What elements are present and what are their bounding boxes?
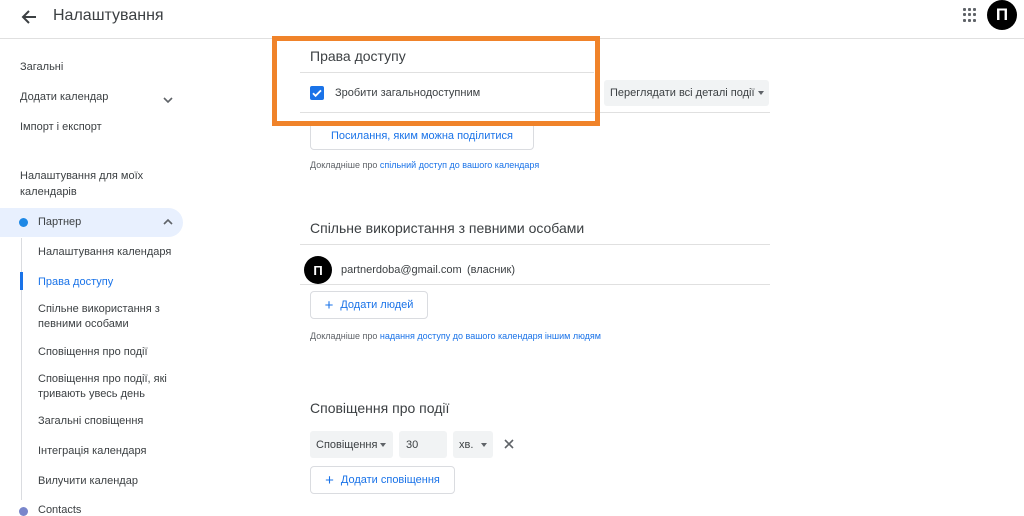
access-helper-text: Докладніше про спільний доступ до вашого… [310,160,539,170]
share-link-button[interactable]: Посилання, яким можна поділитися [310,122,534,150]
account-avatar[interactable]: П [987,0,1017,30]
annotation-highlight-box [272,36,600,126]
notification-amount-input[interactable]: 30 [399,431,447,458]
sidebar-item-general[interactable]: Загальні [20,61,63,73]
my-calendars-heading: Налаштування для моїх календарів [20,170,144,198]
active-indicator [20,272,23,290]
person-avatar: П [304,256,332,284]
add-people-label: Додати людей [340,299,414,311]
apps-grid-icon[interactable] [963,8,977,22]
add-notification-label: Додати сповіщення [340,474,440,486]
notification-unit-value: хв. [459,438,474,451]
person-email: partnerdoba@gmail.com [341,264,462,276]
sidebar-sub-share-with-people[interactable]: Спільне використання з певними особами [38,302,188,332]
chevron-down-icon[interactable] [163,95,173,105]
sidebar-calendar-contacts[interactable]: Contacts [38,504,81,516]
calendar-color-dot [19,218,28,227]
chevron-up-icon[interactable] [163,217,173,227]
sidebar-sub-allday-notifications[interactable]: Сповіщення про події, які тривають увесь… [38,372,188,402]
sidebar-sub-access-permissions[interactable]: Права доступу [38,275,188,290]
sidebar-sub-integrate-calendar[interactable]: Інтеграція календаря [38,444,188,459]
back-arrow-icon[interactable] [18,6,40,28]
helper-link[interactable]: надання доступу до вашого календаря інши… [380,331,601,341]
dropdown-caret-icon [758,91,764,95]
dropdown-caret-icon [481,443,487,447]
page-title: Налаштування [53,7,164,24]
dropdown-caret-icon [380,443,386,447]
helper-prefix: Докладніше про [310,331,378,341]
notification-unit-select[interactable]: хв. [453,431,493,458]
notification-type-select[interactable]: Сповіщення [310,431,393,458]
notifications-section-title: Сповіщення про події [310,400,450,416]
plus-icon: + [325,471,334,489]
notification-type-value: Сповіщення [316,438,378,451]
sidebar-sub-calendar-settings[interactable]: Налаштування календаря [38,245,188,260]
sidebar-calendar-partner[interactable]: Партнер [0,208,183,237]
calendar-name: Партнер [38,216,82,228]
helper-link[interactable]: спільний доступ до вашого календаря [380,160,539,170]
divider [300,244,770,245]
sidebar-sub-general-notifications[interactable]: Загальні сповіщення [38,414,188,429]
visibility-select[interactable]: Переглядати всі деталі події [604,80,769,106]
sidebar-sub-event-notifications[interactable]: Сповіщення про події [38,345,188,360]
sidebar-item-import-export[interactable]: Імпорт і експорт [20,121,102,133]
add-notification-button[interactable]: + Додати сповіщення [310,466,455,494]
helper-prefix: Докладніше про [310,160,378,170]
sharing-helper-text: Докладніше про надання доступу до вашого… [310,331,601,341]
visibility-select-value: Переглядати всі деталі події [610,87,755,99]
close-icon[interactable] [503,438,515,450]
divider [300,284,770,285]
top-bar: Налаштування П [0,0,1024,38]
person-role: (власник) [467,264,515,276]
plus-icon: + [324,296,334,314]
add-people-button[interactable]: + Додати людей [310,291,428,319]
sharing-section-title: Спільне використання з певними особами [310,220,585,236]
sidebar-sub-remove-calendar[interactable]: Вилучити календар [38,474,188,489]
sidebar-item-add-calendar[interactable]: Додати календар [20,91,108,103]
